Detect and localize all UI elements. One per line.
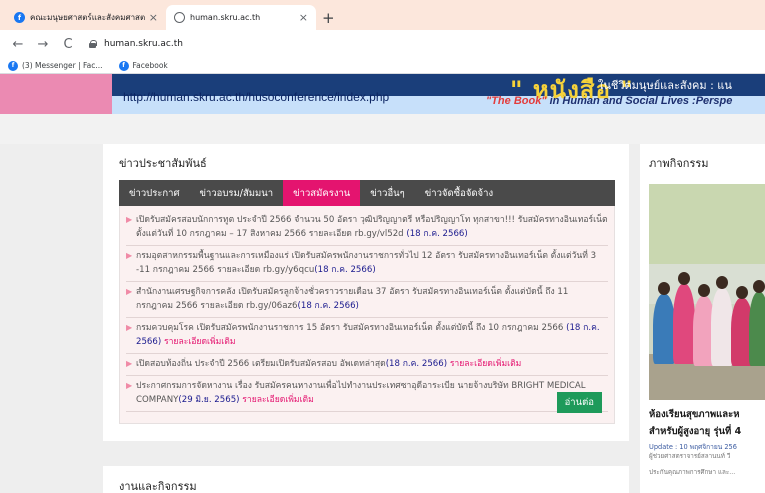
photo-caption-line2: สำหรับผู้สูงอายุ รุ่นที่ 4 <box>649 426 742 437</box>
tab-training[interactable]: ข่าวอบรม/สัมมนา <box>190 180 284 206</box>
news-item[interactable]: ▶ เปิดสอบท้องถิ่น ประจำปี 2566 เตรียมเปิ… <box>126 354 608 376</box>
news-item[interactable]: ▶ เปิดรับสมัครสอบนักการทูต ประจำปี 2566 … <box>126 210 608 246</box>
news-item[interactable]: ▶ ประกาศกรมการจัดหางาน เรื่อง รับสมัครคน… <box>126 376 608 412</box>
photo-caption-line1: ห้องเรียนสุขภาพและห <box>649 409 740 420</box>
back-arrow-icon[interactable]: ← <box>11 37 25 52</box>
tab-title: คณะมนุษยศาสตร์และสังคมศาสตร์มห <box>30 13 145 22</box>
news-item-date: (18 ก.ค. 2566) <box>297 301 359 311</box>
news-item-date: (18 ก.ค. 2566) <box>406 229 468 239</box>
read-more-button[interactable]: อ่านต่อ <box>556 392 602 413</box>
site-banner: http://human.skru.ac.th/husoconference/i… <box>0 74 765 114</box>
news-item[interactable]: ▶ กรมอุตสาหกรรมพื้นฐานและการเหมืองแร่ เป… <box>126 246 608 282</box>
bookmark-facebook[interactable]: f Facebook <box>118 60 168 71</box>
banner-subtitle-thai: ในชีวิตมนุษย์และสังคม : แน <box>598 79 732 92</box>
facebook-icon: f <box>8 60 18 71</box>
news-item-date: (18 ก.ค. 2566) <box>385 359 448 369</box>
facebook-icon: f <box>118 60 129 71</box>
tab-announcements[interactable]: ข่าวประกาศ <box>119 180 190 206</box>
photo-panel-title: ภาพกิจกรรม <box>649 157 709 170</box>
news-item-text[interactable]: กรมควบคุมโรค เปิดรับสมัครพนักงานราชการ 1… <box>136 323 563 333</box>
close-tab-icon[interactable]: × <box>149 11 158 24</box>
banner-subtitle-rest: in Human and Social Lives :Perspe <box>546 95 733 107</box>
forward-arrow-icon[interactable]: → <box>36 37 50 52</box>
photo-caption[interactable]: ห้องเรียนสุขภาพและห สำหรับผู้สูงอายุ รุ่… <box>649 406 765 440</box>
banner-subtitle-highlight: "The Book" <box>486 95 547 107</box>
bullet-arrow-icon: ▶ <box>126 215 133 224</box>
globe-icon <box>174 12 185 23</box>
banner-subtitle-english: "The Book" in Human and Social Lives :Pe… <box>486 95 732 107</box>
banner-decoration <box>0 74 112 114</box>
tab-other-news[interactable]: ข่าวอื่นๆ <box>360 180 414 206</box>
browser-tab-bar: f คณะมนุษยศาสตร์และสังคมศาสตร์มห × human… <box>0 0 765 30</box>
news-panel: ข่าวประชาสัมพันธ์ ข่าวประกาศ ข่าวอบรม/สั… <box>103 144 629 441</box>
bullet-arrow-icon: ▶ <box>126 359 133 368</box>
facebook-icon: f <box>14 12 25 23</box>
nav-strip <box>0 114 765 144</box>
browser-tab-faculty[interactable]: f คณะมนุษยศาสตร์และสังคมศาสตร์มห × <box>6 5 166 30</box>
bookmarks-bar: f (3) Messenger | Fac... f Facebook <box>0 58 765 74</box>
bullet-arrow-icon: ▶ <box>126 251 133 260</box>
lock-icon[interactable] <box>89 40 97 48</box>
tab-title: human.skru.ac.th <box>190 13 261 22</box>
new-tab-button[interactable]: + <box>322 9 335 27</box>
photo-panel: ภาพกิจกรรม ห้องเรียนสุขภาพและห สำหรับผู้… <box>640 144 765 493</box>
news-item-text[interactable]: เปิดสอบท้องถิ่น ประจำปี 2566 เตรียมเปิดร… <box>136 359 386 369</box>
news-item[interactable]: ▶ สำนักงานเศรษฐกิจการคลัง เปิดรับสมัครลู… <box>126 282 608 318</box>
photo-author: ผู้ช่วยศาสตราจารย์สลานนท์ วี <box>649 453 731 460</box>
url-field[interactable]: human.skru.ac.th <box>89 39 183 49</box>
news-item-date: (18 ก.ค. 2566) <box>314 265 376 275</box>
activities-panel-title: งานและกิจกรรม <box>119 480 197 493</box>
news-tabs: ข่าวประกาศ ข่าวอบรม/สัมมนา ข่าวสมัครงาน … <box>119 180 615 206</box>
news-panel-title: ข่าวประชาสัมพันธ์ <box>119 157 207 170</box>
conference-url[interactable]: http://human.skru.ac.th/husoconference/i… <box>123 90 389 104</box>
reload-icon[interactable]: C <box>61 37 75 52</box>
bookmark-label: Facebook <box>132 61 168 70</box>
news-item-date: (29 มิ.ย. 2565) <box>178 395 240 405</box>
bullet-arrow-icon: ▶ <box>126 323 133 332</box>
tab-procurement[interactable]: ข่าวจัดซื้อจัดจ้าง <box>415 180 503 206</box>
bullet-arrow-icon: ▶ <box>126 381 133 390</box>
close-tab-icon[interactable]: × <box>299 11 308 24</box>
url-text: human.skru.ac.th <box>104 39 183 49</box>
activity-photo[interactable] <box>649 184 765 400</box>
bullet-arrow-icon: ▶ <box>126 287 133 296</box>
activities-panel: งานและกิจกรรม <box>103 466 629 493</box>
news-item-text[interactable]: เปิดรับสมัครสอบนักการทูต ประจำปี 2566 จำ… <box>136 215 608 239</box>
news-item[interactable]: ▶ กรมควบคุมโรค เปิดรับสมัครพนักงานราชการ… <box>126 318 608 354</box>
tab-jobs[interactable]: ข่าวสมัครงาน <box>283 180 361 206</box>
read-more-link[interactable]: รายละเอียดเพิ่มเติม <box>164 337 236 347</box>
browser-tab-human[interactable]: human.skru.ac.th × <box>166 5 316 30</box>
address-bar: ← → C human.skru.ac.th <box>0 30 765 58</box>
read-more-link[interactable]: รายละเอียดเพิ่มเติม <box>242 395 314 405</box>
news-list: ▶ เปิดรับสมัครสอบนักการทูต ประจำปี 2566 … <box>119 206 615 424</box>
bookmark-label: (3) Messenger | Fac... <box>22 61 103 70</box>
photo-tag[interactable]: ประกันคุณภาพการศึกษา และ... <box>649 467 735 477</box>
read-more-link[interactable]: รายละเอียดเพิ่มเติม <box>450 359 522 369</box>
bookmark-messenger[interactable]: f (3) Messenger | Fac... <box>8 60 103 71</box>
